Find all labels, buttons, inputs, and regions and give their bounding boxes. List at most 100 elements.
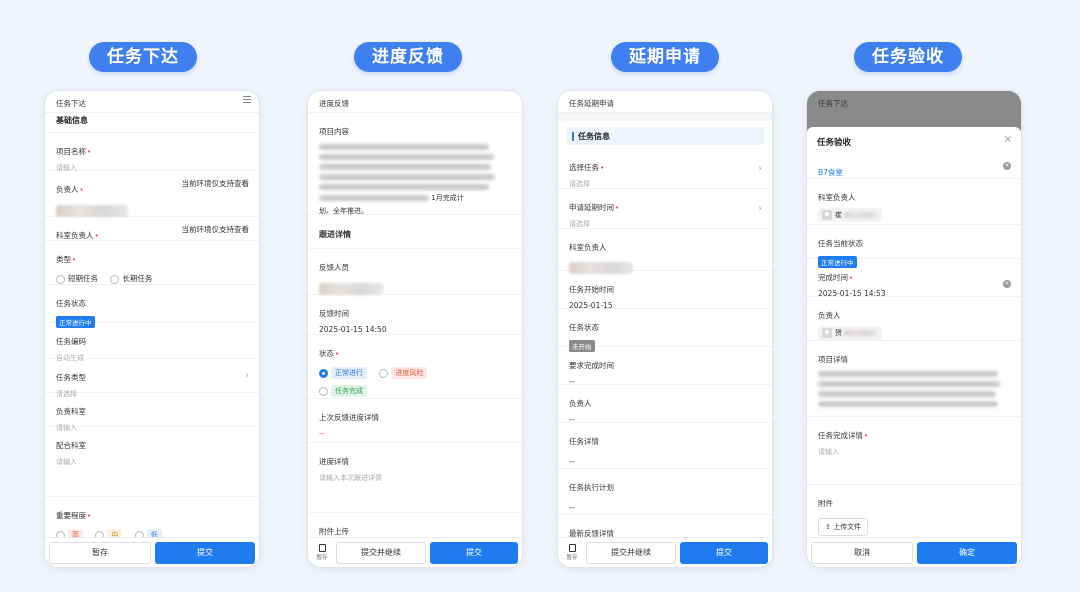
- radio-state-risk[interactable]: 进度风险: [379, 367, 428, 379]
- execution-plan-field: 任务执行计划 --: [558, 469, 772, 515]
- form-body: 任务信息 选择任务• 请选择 › 申请延期时间• 请选择 › 科室负责人 任务开…: [558, 121, 772, 537]
- field-label: 任务完成详情: [818, 431, 863, 440]
- attach-field: 附件 ⇪ 上传文件: [807, 485, 1021, 536]
- submit-continue-button[interactable]: 提交并继续: [336, 541, 426, 564]
- dept-owner-field: 科室负责人 崔: [807, 179, 1021, 225]
- task-value-link[interactable]: B7食堂: [818, 168, 843, 177]
- dept-owner-chip: 崔: [818, 208, 882, 222]
- upload-icon: ⇪: [825, 523, 831, 531]
- task-type-field[interactable]: 任务类型 请选择 ›: [45, 359, 259, 398]
- radio-long-term[interactable]: 长期任务: [110, 273, 152, 284]
- submit-continue-button[interactable]: 提交并继续: [586, 541, 676, 564]
- section-title: 基础信息: [45, 113, 259, 133]
- user-icon: [822, 328, 832, 338]
- readonly-note: 当前环境仅支持查看: [181, 179, 250, 188]
- field-label: 最新反馈详情: [569, 529, 614, 537]
- field-label: 类型: [56, 255, 71, 264]
- document-icon: [318, 543, 326, 552]
- coop-dept-field[interactable]: 配合科室 请输入: [45, 427, 259, 497]
- owner-chip: 贺: [818, 326, 882, 340]
- clear-icon[interactable]: ×: [1003, 162, 1011, 170]
- menu-icon[interactable]: [243, 96, 251, 103]
- done-time-field[interactable]: 完成时间• 2025-01-15 14:53 ×: [807, 259, 1021, 298]
- field-label: 任务当前状态: [818, 239, 863, 248]
- radio-priority-mid[interactable]: 中: [95, 529, 123, 537]
- attach-field[interactable]: 附件上传: [308, 513, 522, 536]
- dept-field[interactable]: 负责科室 请输入: [45, 393, 259, 432]
- upload-button[interactable]: ⇪ 上传文件: [818, 518, 869, 536]
- save-draft-button[interactable]: 暂存: [49, 541, 151, 564]
- state-field: 状态• 正常进行 进度风险 任务完成: [308, 335, 522, 399]
- field-placeholder: 请选择: [569, 220, 590, 228]
- close-icon[interactable]: ×: [1004, 134, 1012, 145]
- acceptance-modal: 任务验收 × B7食堂 × 科室负责人 崔 任务当前状态 正常进行中 完成时间•…: [807, 127, 1021, 567]
- radio-priority-low[interactable]: 低: [134, 529, 162, 537]
- content-field: 项目内容 1月完成计 划、全年推进。: [308, 113, 522, 215]
- phone-header: 任务延期申请: [558, 91, 772, 113]
- field-label: 任务状态: [569, 323, 599, 332]
- field-label: 任务类型: [56, 373, 86, 382]
- phone-task-acceptance: 任务下达 任务验收 × B7食堂 × 科室负责人 崔 任务当前状态 正常进行中 …: [806, 90, 1022, 568]
- radio-state-done[interactable]: 任务完成: [319, 385, 367, 397]
- field-label: 选择任务: [569, 163, 599, 172]
- draft-button[interactable]: 暂存: [312, 543, 332, 562]
- footer-bar: 取消 确定: [807, 537, 1021, 567]
- footer-bar: 暂存 提交并继续 提交: [308, 537, 522, 567]
- draft-button[interactable]: 暂存: [562, 543, 582, 562]
- field-placeholder: 请输入: [818, 448, 839, 456]
- field-placeholder: 请选择: [569, 180, 590, 188]
- document-icon: [568, 543, 576, 552]
- project-name-field[interactable]: 项目名称• 请输入: [45, 133, 259, 172]
- field-label: 项目名称: [56, 147, 86, 156]
- feedback-time-field: 反馈时间 2025-01-15 14:50: [308, 295, 522, 335]
- task-select-field[interactable]: B7食堂 ×: [807, 157, 1021, 179]
- field-placeholder: 请输入本次跟进详情: [319, 474, 382, 482]
- field-label: 任务详情: [569, 437, 599, 446]
- field-label: 要求完成时间: [569, 361, 614, 370]
- field-label: 配合科室: [56, 441, 86, 450]
- progress-detail-field[interactable]: 进度详情 请输入本次跟进详情: [308, 443, 522, 513]
- field-value: 2025-01-15 14:50: [319, 325, 387, 334]
- phone-header-dimmed: 任务下达: [807, 91, 1021, 127]
- field-label: 项目内容: [319, 127, 349, 136]
- modal-title: 任务验收 ×: [817, 134, 1012, 148]
- field-label: 项目详情: [818, 355, 848, 364]
- form-body: 基础信息 项目名称• 请输入 负责人• 当前环境仅支持查看 科室负责人• 当前环…: [45, 113, 259, 537]
- submit-button[interactable]: 提交: [155, 541, 255, 564]
- radio-priority-high[interactable]: 高: [56, 529, 83, 537]
- project-detail-field: 项目详情: [807, 341, 1021, 417]
- detail-text-blurred: [818, 371, 1010, 407]
- completion-detail-field[interactable]: 任务完成详情• 请输入: [807, 417, 1021, 485]
- field-label: 完成时间: [818, 273, 848, 282]
- title-pill-extension-request: 延期申请: [611, 42, 719, 72]
- field-label: 进度详情: [319, 457, 349, 466]
- phone-task-assign: 任务下达 基础信息 项目名称• 请输入 负责人• 当前环境仅支持查看 科室负责人…: [44, 90, 260, 568]
- start-time-field: 任务开始时间 2025-01-15: [558, 271, 772, 310]
- confirm-button[interactable]: 确定: [917, 541, 1017, 564]
- field-label: 任务状态: [56, 299, 86, 308]
- section-title: 跟进详情: [308, 221, 522, 249]
- field-label: 负责人: [818, 311, 841, 320]
- cancel-button[interactable]: 取消: [811, 541, 913, 564]
- task-detail-field: 任务详情 --: [558, 423, 772, 469]
- clear-icon[interactable]: ×: [1003, 280, 1011, 288]
- field-label: 重要程度: [56, 511, 86, 520]
- extension-time-field[interactable]: 申请延期时间• 请选择 ›: [558, 189, 772, 229]
- header-title: 任务下达: [818, 99, 848, 108]
- section-title: 任务信息: [566, 127, 764, 145]
- last-feedback-field: 上次反馈进度详情 --: [308, 399, 522, 443]
- owner-field[interactable]: 负责人• 当前环境仅支持查看: [45, 171, 259, 217]
- header-title: 进度反馈: [319, 99, 349, 108]
- type-field: 类型• 短期任务 长期任务: [45, 241, 259, 285]
- submit-button[interactable]: 提交: [430, 541, 518, 564]
- dept-owner-field[interactable]: 科室负责人• 当前环境仅支持查看: [45, 217, 259, 241]
- phone-extension-request: 任务延期申请 任务信息 选择任务• 请选择 › 申请延期时间• 请选择 › 科室…: [557, 90, 773, 568]
- field-label: 任务执行计划: [569, 483, 614, 492]
- content-tail: 1月完成计: [431, 194, 464, 202]
- radio-state-normal[interactable]: 正常进行: [319, 367, 367, 379]
- field-label: 负责人: [569, 399, 592, 408]
- phone-header: 进度反馈: [308, 91, 522, 113]
- submit-button[interactable]: 提交: [680, 541, 768, 564]
- select-task-field[interactable]: 选择任务• 请选择 ›: [558, 149, 772, 189]
- radio-short-term[interactable]: 短期任务: [56, 273, 98, 284]
